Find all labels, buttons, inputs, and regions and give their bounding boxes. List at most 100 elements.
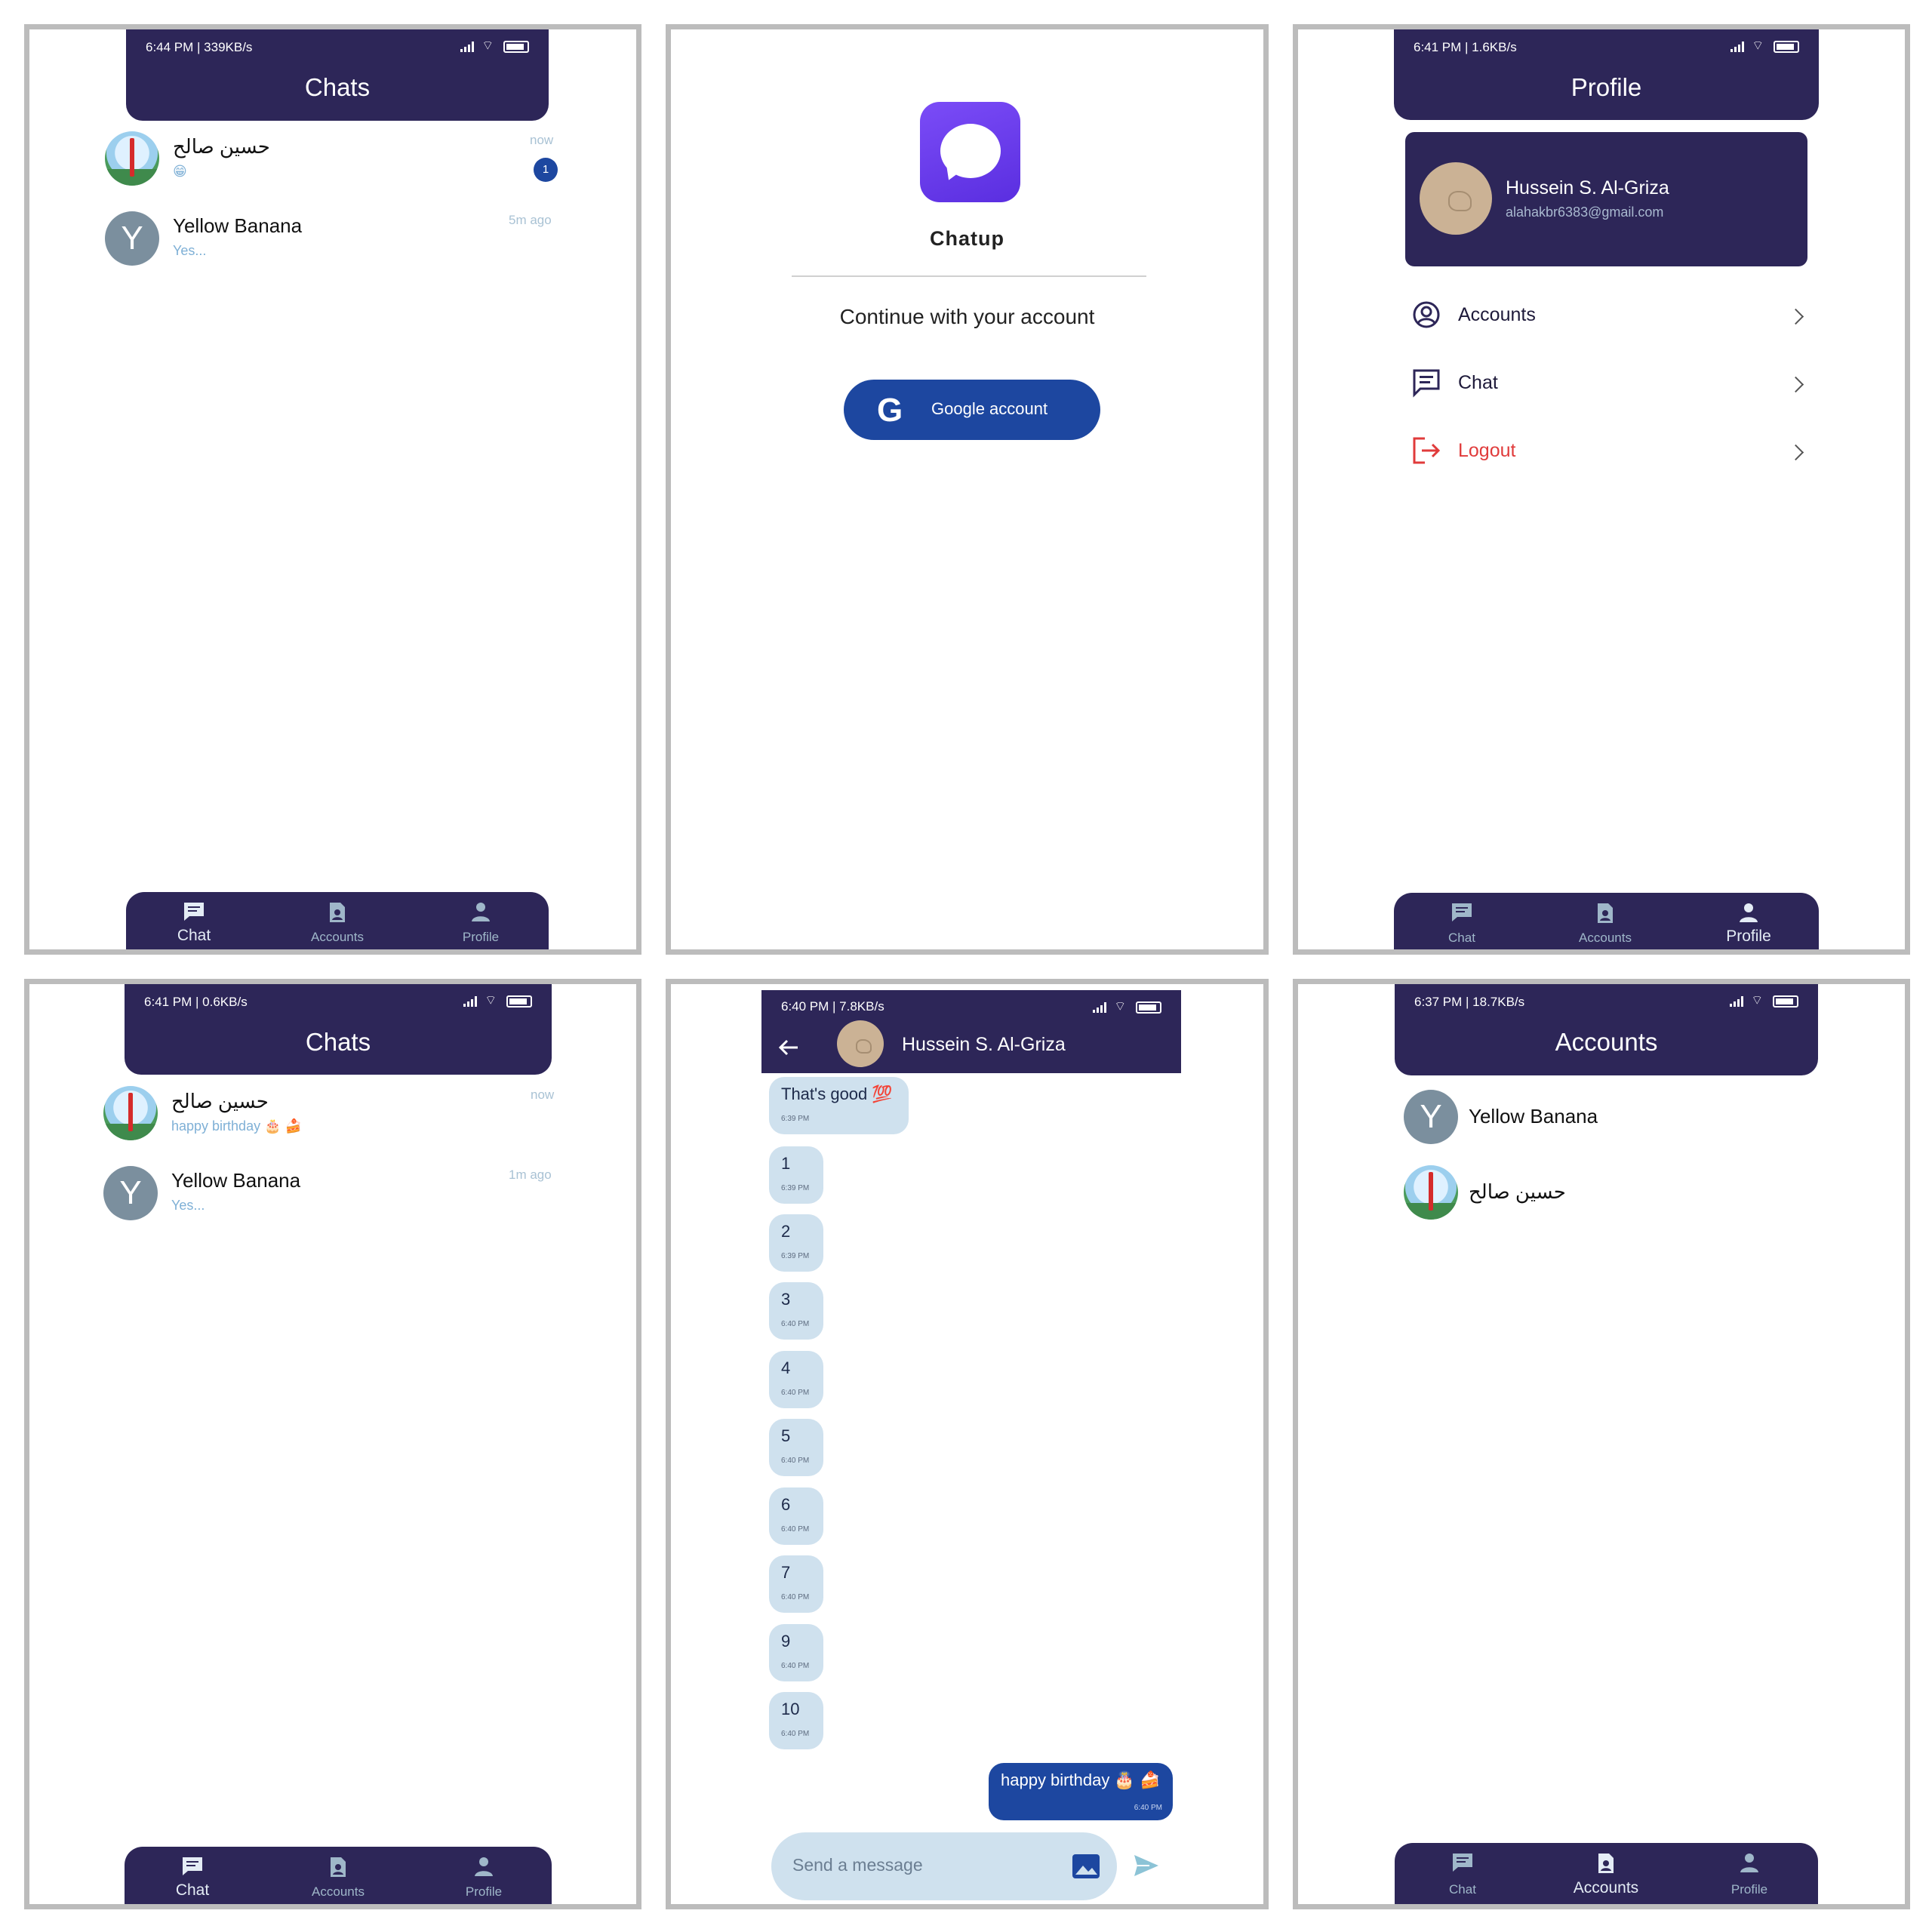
nav-accounts[interactable]: Accounts	[1537, 893, 1673, 949]
nav-chat-label: Chat	[175, 1881, 210, 1899]
received-message[interactable]: 3 6:40 PM	[769, 1282, 823, 1340]
message-text: 3	[781, 1290, 791, 1309]
avatar	[103, 1086, 158, 1140]
login-screen: Chatup Continue with your account G Goog…	[666, 24, 1269, 955]
bottom-nav: Chat Accounts Profile	[1395, 1843, 1818, 1904]
message-time: 5m ago	[509, 213, 552, 227]
unread-badge: 1	[534, 158, 558, 182]
avatar: Y	[103, 1166, 158, 1220]
wifi-icon: ⌔	[1752, 38, 1766, 53]
google-login-button[interactable]: G Google account	[844, 380, 1100, 440]
back-arrow-icon[interactable]	[778, 1038, 799, 1057]
page-title: Profile	[1571, 73, 1642, 101]
contact-name: Yellow Banana	[171, 1169, 301, 1192]
nav-profile-label: Profile	[462, 930, 500, 944]
received-message[interactable]: 10 6:40 PM	[769, 1692, 823, 1749]
nav-accounts[interactable]: Accounts	[269, 892, 405, 949]
logout-icon	[1413, 437, 1441, 464]
bottom-nav: Chat Accounts Profile	[126, 892, 549, 949]
wifi-icon: ⌔	[1751, 993, 1765, 1008]
chat-list-item[interactable]: Y Yellow Banana Yes... 1m ago	[103, 1160, 574, 1228]
sent-message[interactable]: happy birthday 🎂 🍰 6:40 PM	[989, 1763, 1173, 1820]
message-text: 2	[781, 1222, 791, 1241]
received-message[interactable]: 2 6:39 PM	[769, 1214, 823, 1272]
nav-profile-label: Profile	[1726, 928, 1771, 945]
person-icon	[1740, 1854, 1758, 1872]
wifi-icon: ⌔	[481, 38, 496, 53]
signal-icon	[1729, 995, 1743, 1007]
status-time: 6:37 PM | 18.7KB/s	[1414, 995, 1525, 1009]
received-message[interactable]: 9 6:40 PM	[769, 1624, 823, 1681]
message-time: now	[530, 133, 554, 147]
nav-accounts[interactable]: Accounts	[270, 1847, 406, 1904]
menu-item-chat[interactable]: Chat	[1405, 361, 1813, 407]
nav-profile[interactable]: Profile	[413, 892, 549, 949]
chat-bubble-icon	[183, 1857, 202, 1875]
signal-icon	[463, 995, 477, 1007]
chat-list-item[interactable]: Y Yellow Banana Yes... 5m ago	[105, 205, 573, 273]
message-time: 6:40 PM	[781, 1730, 810, 1738]
nav-accounts[interactable]: Accounts	[1538, 1843, 1674, 1904]
message-text: That's good 💯	[781, 1084, 893, 1103]
app-logo-icon	[920, 102, 1020, 202]
avatar	[1404, 1165, 1458, 1220]
message-time: now	[531, 1088, 555, 1102]
person-icon	[1740, 903, 1758, 922]
nav-accounts-label: Accounts	[311, 930, 364, 944]
user-name: Hussein S. Al-Griza	[1506, 177, 1669, 198]
chat-list-item[interactable]: حسين صالح happy birthday 🎂 🍰 now	[103, 1082, 574, 1150]
message-text: 7	[781, 1563, 791, 1582]
page-title: Chats	[305, 1028, 371, 1056]
message-input[interactable]: Send a message	[771, 1832, 1117, 1900]
contact-card-icon	[330, 903, 345, 922]
battery-icon	[1773, 995, 1798, 1008]
received-message[interactable]: 7 6:40 PM	[769, 1555, 823, 1613]
nav-chat-label: Chat	[1448, 931, 1475, 945]
person-icon	[475, 1857, 493, 1876]
account-circle-icon	[1413, 301, 1440, 328]
received-message[interactable]: 6 6:40 PM	[769, 1487, 823, 1545]
user-email: alahakbr6383@gmail.com	[1506, 205, 1664, 220]
contact-name: Hussein S. Al-Griza	[902, 1034, 1066, 1055]
nav-profile[interactable]: Profile	[1681, 1843, 1817, 1904]
battery-icon	[1136, 1001, 1161, 1014]
nav-chat[interactable]: Chat	[1395, 1843, 1531, 1904]
chat-list-item[interactable]: حسين صالح 😁 now 1	[105, 128, 573, 195]
image-attach-icon[interactable]	[1072, 1854, 1100, 1879]
received-message[interactable]: That's good 💯 6:39 PM	[769, 1077, 909, 1134]
message-time: 6:40 PM	[781, 1320, 810, 1328]
nav-chat[interactable]: Chat	[1394, 893, 1530, 949]
received-message[interactable]: 4 6:40 PM	[769, 1351, 823, 1408]
message-time: 6:40 PM	[781, 1662, 810, 1670]
nav-chat[interactable]: Chat	[125, 1847, 260, 1904]
status-time: 6:44 PM | 339KB/s	[146, 40, 253, 54]
profile-screen: 6:41 PM | 1.6KB/s ⌔ Profile Hussein S. A…	[1293, 24, 1910, 955]
profile-card: Hussein S. Al-Griza alahakbr6383@gmail.c…	[1405, 132, 1807, 266]
avatar: Y	[1404, 1090, 1458, 1144]
nav-chat[interactable]: Chat	[126, 892, 262, 949]
send-icon[interactable]	[1133, 1854, 1160, 1878]
menu-item-accounts[interactable]: Accounts	[1405, 294, 1813, 339]
nav-profile[interactable]: Profile	[1681, 893, 1817, 949]
avatar	[105, 131, 159, 186]
account-item[interactable]: Y Yellow Banana	[1404, 1088, 1811, 1149]
page-title: Accounts	[1555, 1028, 1658, 1056]
wifi-icon: ⌔	[1114, 999, 1128, 1014]
chats-screen-1: 6:44 PM | 339KB/s ⌔ Chats حسين صالح 😁 no…	[24, 24, 641, 955]
menu-item-logout[interactable]: Logout	[1405, 429, 1813, 475]
app-header: 6:41 PM | 0.6KB/s ⌔ Chats	[125, 984, 552, 1075]
google-button-label: Google account	[931, 399, 1048, 418]
message-time: 6:39 PM	[781, 1115, 810, 1123]
avatar: Y	[105, 211, 159, 266]
contact-name: حسين صالح	[173, 135, 270, 158]
menu-label: Accounts	[1458, 304, 1536, 325]
account-item[interactable]: حسين صالح	[1404, 1164, 1811, 1224]
received-message[interactable]: 5 6:40 PM	[769, 1419, 823, 1476]
message-time: 6:40 PM	[781, 1593, 810, 1601]
received-message[interactable]: 1 6:39 PM	[769, 1146, 823, 1204]
conversation-screen: 6:40 PM | 7.8KB/s ⌔ Hussein S. Al-Griza …	[666, 979, 1269, 1909]
nav-profile[interactable]: Profile	[416, 1847, 552, 1904]
message-preview: Yes...	[173, 243, 207, 258]
message-time: 6:40 PM	[781, 1389, 810, 1397]
chevron-right-icon	[1787, 444, 1804, 461]
